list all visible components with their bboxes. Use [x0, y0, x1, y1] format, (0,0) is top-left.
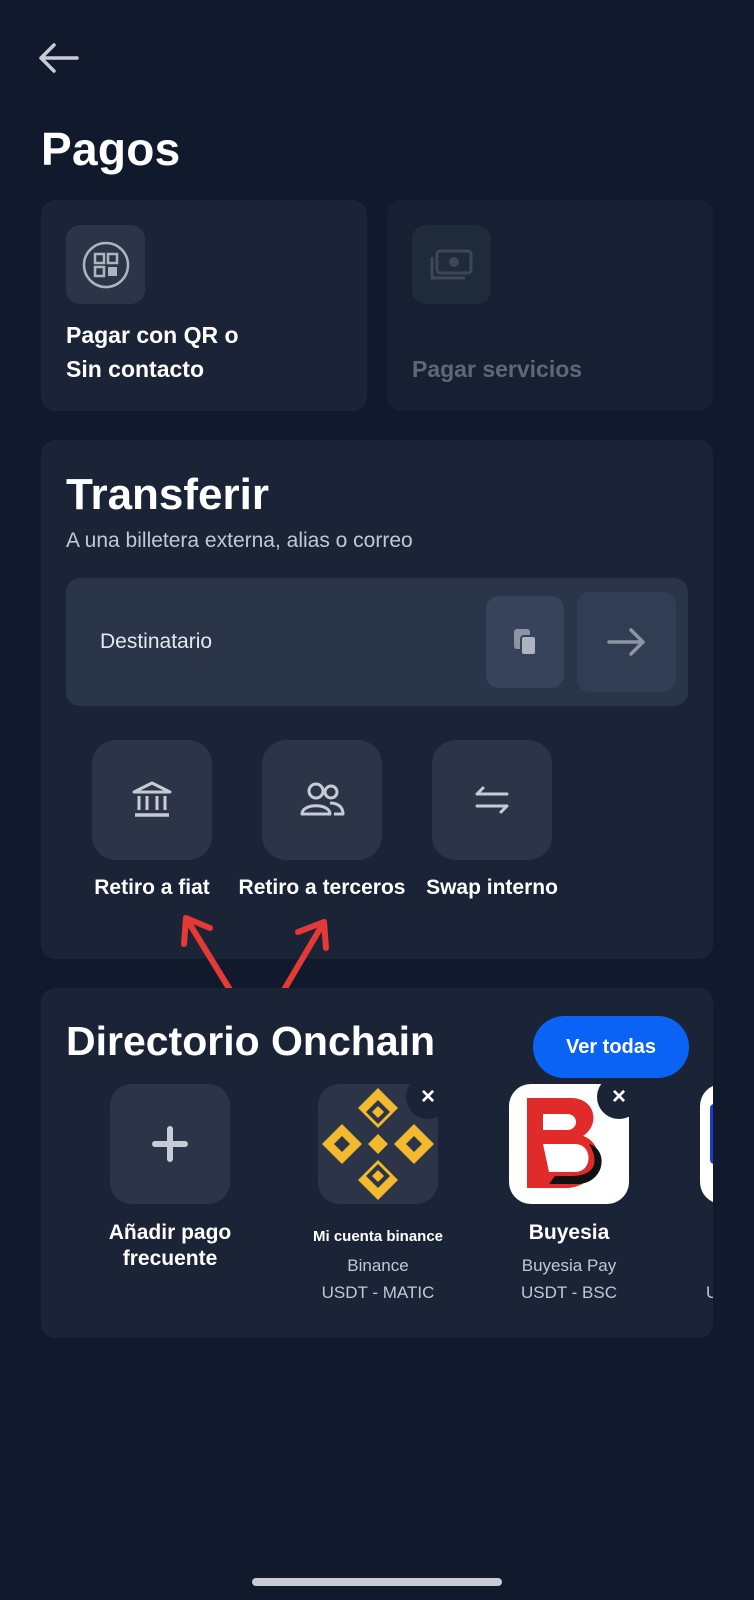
withdraw-fiat-label: Retiro a fiat [94, 876, 210, 899]
pay-qr-card[interactable]: Pagar con QR o Sin contacto [41, 200, 367, 411]
qr-icon-box [66, 225, 145, 304]
paste-button[interactable] [486, 596, 564, 688]
pay-qr-label-line1: Pagar con QR o [66, 322, 239, 348]
contact-buyesia-name: Buyesia [528, 1221, 610, 1244]
close-icon: × [420, 1083, 435, 1110]
services-icon-box [412, 225, 491, 304]
continue-button[interactable] [577, 592, 676, 692]
pay-services-card[interactable]: Pagar servicios [387, 200, 713, 411]
withdraw-third-party-label: Retiro a terceros [238, 876, 406, 899]
add-frequent-payment-button[interactable] [110, 1084, 230, 1204]
arrow-left-icon [39, 43, 79, 73]
close-icon: × [611, 1083, 626, 1110]
arrow-right-icon [606, 628, 645, 656]
pay-qr-label-line2: Sin contacto [66, 356, 205, 382]
pay-services-label: Pagar servicios [412, 356, 583, 382]
withdraw-fiat-button[interactable] [92, 740, 212, 860]
qr-code-icon [82, 241, 129, 288]
contact-binance-network: USDT - MATIC [321, 1283, 435, 1302]
internal-swap-label: Swap interno [426, 876, 558, 899]
contact-buyesia-provider: Buyesia Pay [521, 1256, 617, 1275]
recipient-placeholder: Destinatario [100, 630, 213, 653]
page-title: Pagos [41, 123, 181, 175]
partial-logo-shape [710, 1104, 713, 1164]
back-button[interactable] [30, 36, 86, 80]
view-all-button[interactable]: Ver todas [533, 1016, 689, 1078]
plus-icon [152, 1126, 188, 1162]
remove-buyesia-button[interactable]: × [597, 1075, 641, 1119]
transfer-subtitle: A una billetera externa, alias o correo [66, 529, 413, 552]
add-label-line1: Añadir pago [108, 1221, 232, 1244]
add-label-line2: frecuente [122, 1247, 218, 1270]
remove-binance-button[interactable]: × [406, 1075, 450, 1119]
users-icon [300, 782, 345, 816]
swap-icon [475, 786, 509, 814]
internal-swap-button[interactable] [432, 740, 552, 860]
transfer-title: Transferir [66, 470, 269, 519]
contact-binance-provider: Binance [347, 1256, 409, 1275]
pay-qr-label: Pagar con QR o Sin contacto [66, 318, 326, 386]
contact-partial-tile[interactable] [700, 1084, 713, 1204]
add-frequent-payment-label: Añadir pago frecuente [80, 1220, 260, 1272]
bank-icon [132, 781, 172, 817]
home-indicator[interactable] [252, 1578, 502, 1586]
contact-partial-network: U [706, 1283, 713, 1302]
withdraw-third-party-button[interactable] [262, 740, 382, 860]
paste-icon [514, 629, 537, 656]
directory-title: Directorio Onchain [66, 1018, 436, 1064]
contact-buyesia-network: USDT - BSC [520, 1283, 618, 1302]
cash-icon [430, 249, 472, 279]
contact-binance-name: Mi cuenta binance [312, 1228, 444, 1245]
